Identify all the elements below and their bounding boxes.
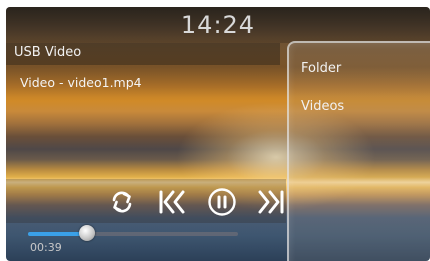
progress-handle[interactable] [78, 225, 95, 241]
pause-button[interactable] [207, 187, 237, 217]
previous-button[interactable] [157, 187, 187, 217]
progress-fill [28, 232, 87, 236]
source-title-bar: USB Video [6, 43, 280, 65]
repeat-icon [112, 191, 132, 213]
video-screen: 14:24 USB Video Video - video1.mp4 00:39… [6, 7, 430, 261]
clock: 14:24 [180, 11, 256, 39]
side-menu-panel: Folder Videos [287, 41, 430, 261]
next-icon [258, 190, 284, 214]
repeat-button[interactable] [107, 187, 137, 217]
next-button[interactable] [256, 187, 286, 217]
source-title: USB Video [14, 45, 82, 60]
side-menu-item-videos[interactable]: Videos [301, 99, 344, 114]
pause-icon [208, 188, 236, 216]
playback-controls [6, 179, 286, 223]
status-bar: 14:24 [6, 7, 430, 43]
file-name: Video - video1.mp4 [20, 75, 142, 90]
side-menu-item-folder[interactable]: Folder [301, 61, 341, 76]
elapsed-time: 00:39 [30, 241, 62, 254]
progress-bar[interactable] [28, 225, 238, 241]
previous-icon [159, 190, 185, 214]
